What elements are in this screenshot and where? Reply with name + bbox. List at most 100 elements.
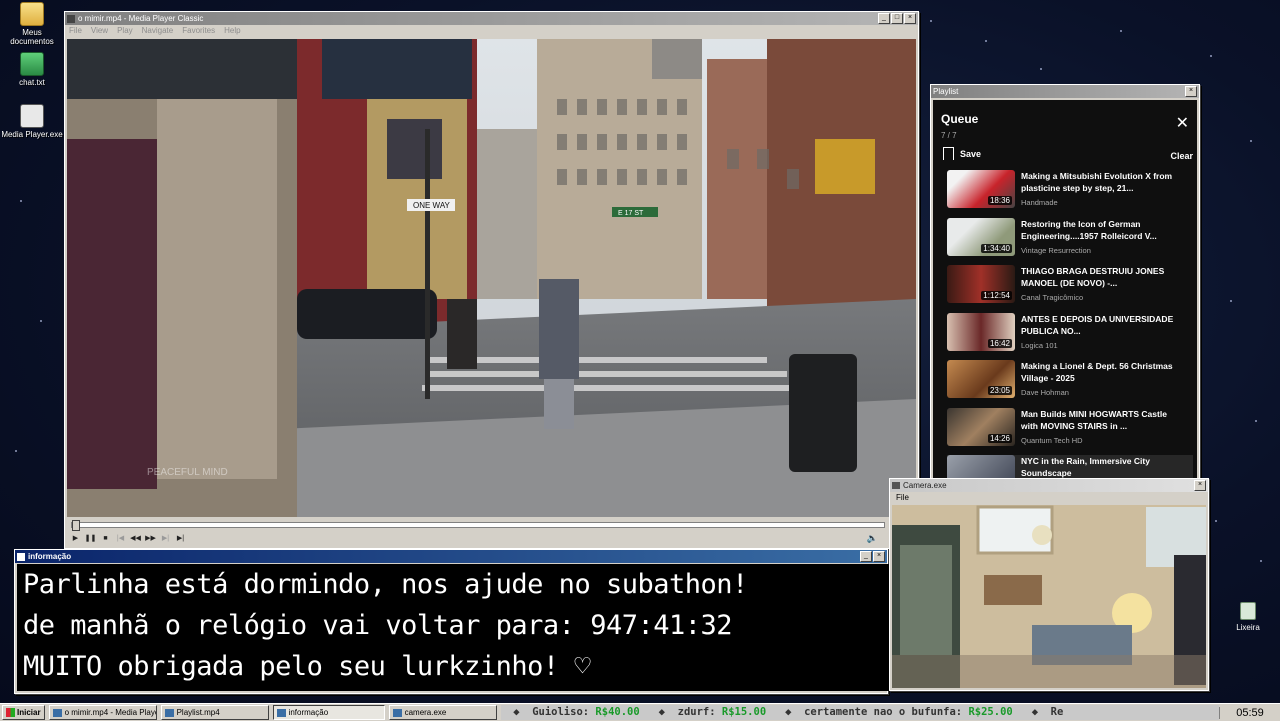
channel-name: Canal Tragicômico — [1021, 293, 1084, 302]
video-watermark: PEACEFUL MIND — [147, 467, 228, 478]
video-thumbnail: 23:05 — [947, 360, 1015, 398]
window-title: Playlist — [933, 87, 959, 96]
pause-icon[interactable]: ❚❚ — [84, 533, 97, 544]
media-player-icon — [52, 708, 62, 717]
video-title: NYC in the Rain, Immersive City Soundsca… — [1021, 456, 1150, 478]
duration-badge: 1:34:40 — [981, 243, 1012, 253]
duration-badge: 16:42 — [987, 338, 1012, 348]
camera-feed — [892, 505, 1206, 688]
folder-icon — [20, 2, 44, 26]
play-icon[interactable]: ▶ — [69, 533, 82, 544]
duration-badge: 23:05 — [987, 386, 1012, 395]
donation-ticker: ◆ Guioliso: R$40.00 ◆ zdurf: R$15.00 ◆ c… — [500, 705, 1219, 720]
queue-item[interactable]: 1:12:54 THIAGO BRAGA DESTRUIU JONES MANO… — [947, 265, 1193, 313]
queue-item[interactable]: 14:26 Man Builds MINI HOGWARTS Castle wi… — [947, 407, 1193, 456]
playlist-titlebar[interactable]: Playlist × — [931, 85, 1199, 98]
close-button[interactable]: × — [1185, 86, 1197, 97]
queue-item[interactable]: 1:34:40 Restoring the Icon of German Eng… — [947, 217, 1193, 266]
ticker-donor: Re — [1050, 706, 1064, 718]
info-titlebar[interactable]: informação _ × — [15, 550, 887, 563]
close-icon[interactable]: ✕ — [1176, 116, 1189, 132]
video-thumbnail: 16:42 — [947, 312, 1015, 351]
queue-item[interactable]: 16:42 ANTES E DEPOIS DA UNIVERSIDADE PUB… — [947, 312, 1193, 361]
seek-thumb[interactable] — [72, 520, 80, 531]
channel-name: Dave Hohman — [1021, 388, 1069, 397]
media-player-titlebar[interactable]: o mimir.mp4 - Media Player Classic _ □ × — [65, 12, 918, 25]
save-label: Save — [960, 148, 982, 159]
menu-favorites[interactable]: Favorites — [182, 26, 215, 35]
volume-icon[interactable]: 🔈 — [867, 533, 878, 544]
seek-bar[interactable] — [71, 520, 885, 531]
video-frame[interactable]: ONE WAY E 17 ST PEACEFUL MIND — [67, 39, 916, 517]
media-player-window[interactable]: o mimir.mp4 - Media Player Classic _ □ ×… — [64, 11, 919, 549]
camera-icon — [392, 708, 402, 717]
rewind-icon[interactable]: ◀◀ — [129, 533, 142, 544]
menu-help[interactable]: Help — [224, 26, 240, 35]
taskbar-item-informacao[interactable]: informação — [272, 705, 385, 720]
channel-name: Vintage Resurrection — [1021, 245, 1091, 255]
playback-controls: ▶ ❚❚ ■ |◀ ◀◀ ▶▶ ▶| ▶| — [69, 533, 187, 544]
bookmark-icon — [943, 147, 954, 160]
video-title: Making a Mitsubishi Evolution X from pla… — [1021, 171, 1173, 193]
ticker-donor: Guioliso: — [532, 706, 590, 718]
desktop-icon-chat-txt[interactable]: chat.txt — [0, 52, 64, 87]
menu-file[interactable]: File — [890, 492, 1208, 503]
channel-name: Handmade — [1021, 198, 1058, 207]
minimize-button[interactable]: _ — [860, 551, 872, 562]
video-title: Man Builds MINI HOGWARTS Castle with MOV… — [1021, 408, 1167, 431]
menu-file[interactable]: File — [69, 26, 82, 35]
window-icon — [276, 708, 286, 717]
playlist-window[interactable]: Playlist × Queue 7 / 7 ✕ Save Clear 18:3… — [930, 84, 1200, 484]
queue-count: 7 / 7 — [941, 131, 957, 140]
recycle-bin-icon — [1240, 602, 1256, 620]
close-button[interactable]: × — [1194, 480, 1206, 491]
taskbar-item-media-player[interactable]: o mimir.mp4 - Media Playe... — [48, 705, 157, 720]
taskbar-item-camera[interactable]: camera.exe — [388, 705, 497, 720]
start-button[interactable]: Iniciar — [2, 705, 45, 720]
info-line: MUITO obrigada pelo seu lurkzinho! ♡ — [23, 651, 591, 682]
close-button[interactable]: × — [904, 13, 916, 24]
frame-step-icon[interactable]: ▶| — [174, 533, 187, 544]
video-thumbnail: 14:26 — [947, 407, 1015, 446]
close-button[interactable]: × — [873, 551, 885, 562]
media-player-icon — [20, 104, 44, 128]
skip-forward-icon[interactable]: ▶| — [159, 533, 172, 544]
menu-play[interactable]: Play — [117, 26, 133, 35]
info-line: Parlinha está dormindo, nos ajude no sub… — [23, 569, 748, 600]
camera-window[interactable]: Camera.exe × File — [889, 478, 1209, 691]
one-way-sign: ONE WAY — [413, 201, 451, 210]
camera-titlebar[interactable]: Camera.exe × — [890, 479, 1208, 492]
info-line: de manhã o relógio vai voltar para: 947:… — [23, 610, 733, 641]
desktop-icon-media-player[interactable]: Media Player.exe — [0, 104, 64, 139]
skip-back-icon[interactable]: |◀ — [114, 533, 127, 544]
camera-icon — [892, 482, 900, 489]
stop-icon[interactable]: ■ — [99, 533, 112, 544]
save-button[interactable]: Save — [943, 147, 981, 160]
video-title: THIAGO BRAGA DESTRUIU JONES MANOEL (DE N… — [1021, 266, 1165, 288]
taskbar: Iniciar o mimir.mp4 - Media Playe... Pla… — [0, 703, 1280, 721]
notepad-icon — [20, 52, 44, 76]
ticker-amount: R$40.00 — [595, 706, 640, 718]
menu-view[interactable]: View — [91, 26, 108, 35]
queue-item[interactable]: 23:05 Making a Lionel & Dept. 56 Christm… — [947, 360, 1193, 408]
channel-name: Logica 101 — [1021, 340, 1058, 350]
queue-header: Queue — [941, 112, 979, 126]
channel-name: Quantum Tech HD — [1021, 435, 1083, 445]
maximize-button[interactable]: □ — [891, 13, 903, 24]
app-icon — [67, 14, 75, 23]
menu-navigate[interactable]: Navigate — [142, 26, 174, 35]
taskbar-item-playlist[interactable]: Playlist.mp4 — [160, 705, 269, 720]
minimize-button[interactable]: _ — [878, 13, 890, 24]
info-window[interactable]: informação _ × Parlinha está dormindo, n… — [14, 549, 891, 694]
queue-item[interactable]: 18:36 Making a Mitsubishi Evolution X fr… — [947, 170, 1193, 218]
windows-logo-icon — [6, 708, 15, 717]
video-title: ANTES E DEPOIS DA UNIVERSIDADE PUBLICA N… — [1021, 313, 1174, 336]
video-thumbnail: 18:36 — [947, 170, 1015, 208]
desktop-icon-my-documents[interactable]: Meus documentos — [0, 2, 64, 46]
taskbar-clock: 05:59 — [1219, 706, 1280, 719]
fast-forward-icon[interactable]: ▶▶ — [144, 533, 157, 544]
desktop-icon-recycle-bin[interactable]: Lixeira — [1229, 602, 1267, 632]
ticker-amount: R$15.00 — [721, 706, 767, 718]
queue-list: 18:36 Making a Mitsubishi Evolution X fr… — [947, 170, 1193, 481]
clear-button[interactable]: Clear — [1170, 151, 1193, 161]
